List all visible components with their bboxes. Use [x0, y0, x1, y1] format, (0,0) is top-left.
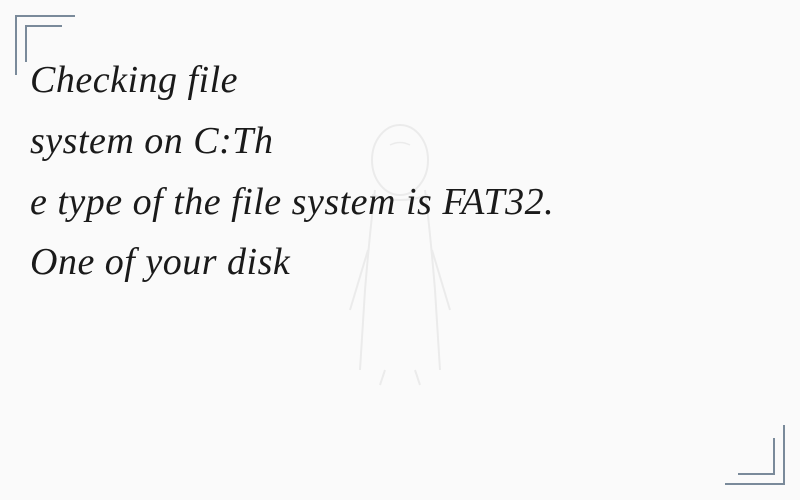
text-line-1: Checking file [30, 50, 770, 111]
text-line-3: e type of the file system is FAT32. [30, 172, 770, 233]
text-line-2: system on C:Th [30, 111, 770, 172]
document-page: Checking file system on C:Th e type of t… [0, 0, 800, 500]
corner-ornament-bottom-right [725, 425, 785, 485]
document-text: Checking file system on C:Th e type of t… [30, 50, 770, 293]
text-line-4: One of your disk [30, 232, 770, 293]
